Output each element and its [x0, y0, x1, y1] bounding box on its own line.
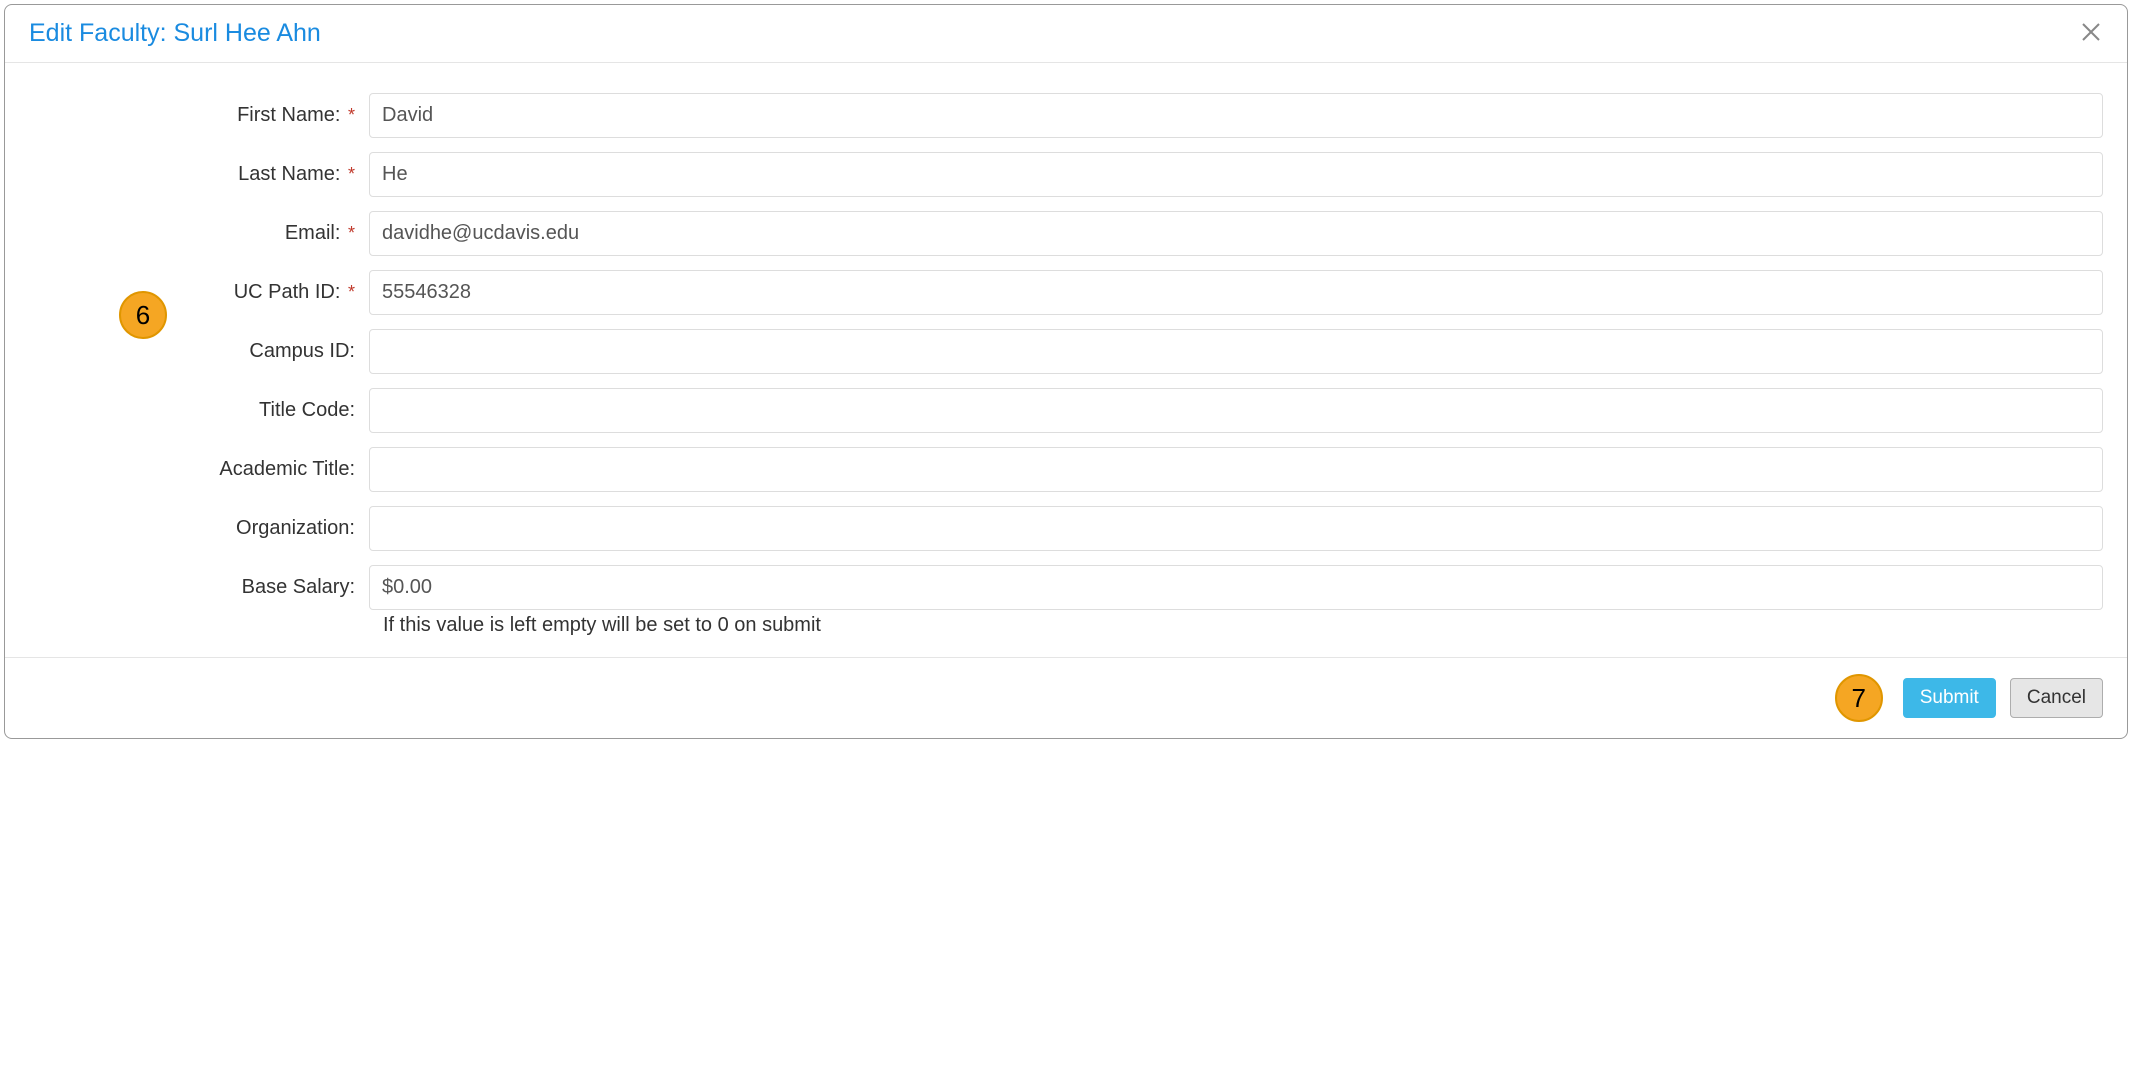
row-first-name: First Name: * — [29, 93, 2103, 138]
required-marker: * — [348, 164, 355, 184]
row-title-code: Title Code: — [29, 388, 2103, 433]
row-email: Email: * — [29, 211, 2103, 256]
label-title-code: Title Code: — [29, 399, 369, 422]
academic-title-input[interactable] — [369, 447, 2103, 492]
label-campus-id: Campus ID: — [29, 340, 369, 363]
label-uc-path-id: UC Path ID: * — [29, 281, 369, 304]
dialog-footer: 7 Submit Cancel — [5, 657, 2127, 738]
row-academic-title: Academic Title: — [29, 447, 2103, 492]
dialog-body: 6 First Name: * Last Name: * Email: * — [5, 63, 2127, 657]
organization-input[interactable] — [369, 506, 2103, 551]
row-organization: Organization: — [29, 506, 2103, 551]
last-name-input[interactable] — [369, 152, 2103, 197]
campus-id-input[interactable] — [369, 329, 2103, 374]
label-last-name: Last Name: * — [29, 163, 369, 186]
submit-button[interactable]: Submit — [1903, 678, 1996, 718]
first-name-input[interactable] — [369, 93, 2103, 138]
label-email: Email: * — [29, 222, 369, 245]
dialog-header: Edit Faculty: Surl Hee Ahn — [5, 5, 2127, 63]
row-last-name: Last Name: * — [29, 152, 2103, 197]
title-code-input[interactable] — [369, 388, 2103, 433]
email-input[interactable] — [369, 211, 2103, 256]
cancel-button[interactable]: Cancel — [2010, 678, 2103, 718]
label-organization: Organization: — [29, 517, 369, 540]
row-uc-path-id: UC Path ID: * — [29, 270, 2103, 315]
base-salary-input[interactable] — [369, 565, 2103, 610]
edit-faculty-dialog: Edit Faculty: Surl Hee Ahn 6 First Name:… — [4, 4, 2128, 739]
required-marker: * — [348, 105, 355, 125]
row-base-salary: Base Salary: — [29, 565, 2103, 610]
label-first-name: First Name: * — [29, 104, 369, 127]
label-base-salary: Base Salary: — [29, 576, 369, 599]
dialog-title: Edit Faculty: Surl Hee Ahn — [29, 19, 321, 48]
required-marker: * — [348, 223, 355, 243]
base-salary-help-text: If this value is left empty will be set … — [383, 614, 2103, 637]
uc-path-id-input[interactable] — [369, 270, 2103, 315]
annotation-badge-7: 7 — [1835, 674, 1883, 722]
close-button[interactable] — [2079, 20, 2103, 46]
close-icon — [2079, 32, 2103, 47]
required-marker: * — [348, 282, 355, 302]
row-campus-id: Campus ID: — [29, 329, 2103, 374]
label-academic-title: Academic Title: — [29, 458, 369, 481]
